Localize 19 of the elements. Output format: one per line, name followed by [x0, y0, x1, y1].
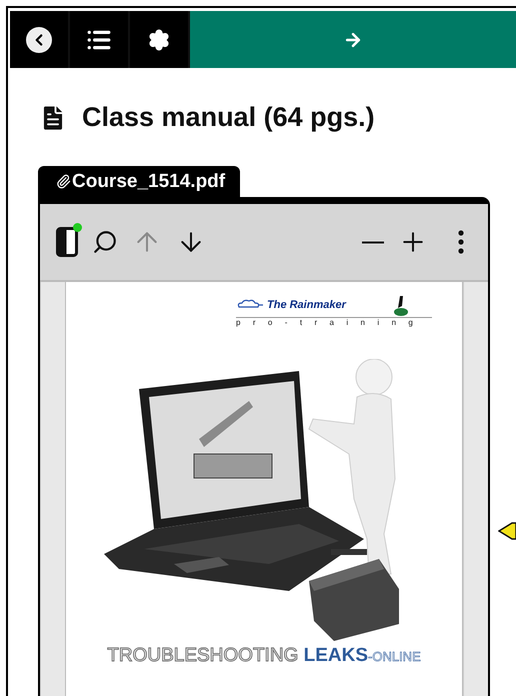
- logo-name: The Rainmaker: [267, 299, 346, 311]
- contents-button[interactable]: [70, 11, 130, 68]
- arrow-left-icon: [498, 521, 516, 541]
- logo-tagline: pro-training: [236, 318, 426, 327]
- section-title: Class manual (64 pgs.): [82, 102, 375, 133]
- file-tab[interactable]: Course_1514.pdf: [38, 166, 240, 197]
- minus-icon: [362, 240, 384, 244]
- cover-title: TROUBLESHOOTING LEAKS-ONLINE: [107, 645, 421, 667]
- search-icon: [92, 229, 118, 255]
- back-icon: [26, 26, 52, 52]
- more-button[interactable]: [458, 230, 464, 254]
- paperclip-icon: [56, 174, 71, 189]
- sidebar-icon: [56, 227, 78, 257]
- settings-icon: [148, 28, 170, 50]
- back-button[interactable]: [10, 11, 70, 68]
- settings-button[interactable]: [130, 11, 190, 68]
- search-button[interactable]: [92, 229, 118, 255]
- more-icon: [458, 230, 464, 254]
- zoom-out-button[interactable]: [362, 240, 384, 244]
